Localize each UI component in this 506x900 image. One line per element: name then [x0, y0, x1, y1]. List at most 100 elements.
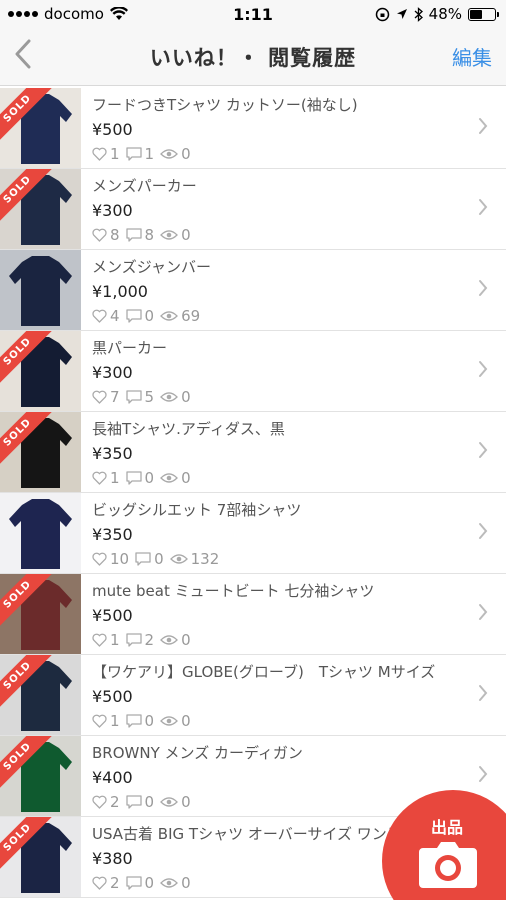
- carrier-label: docomo: [44, 5, 104, 23]
- views-count: 0: [181, 631, 191, 649]
- likes-stat: 1: [92, 469, 120, 487]
- heart-icon: [92, 147, 107, 161]
- eye-icon: [160, 473, 179, 483]
- comment-icon: [125, 795, 142, 809]
- comments-stat: 0: [125, 793, 155, 811]
- sold-ribbon: SOLD: [0, 736, 56, 792]
- sold-ribbon: SOLD: [0, 655, 56, 711]
- list-item[interactable]: SOLD 長袖Tシャツ.アディダス、黒 ¥350 1 0 0: [0, 412, 506, 493]
- sold-ribbon: SOLD: [0, 88, 56, 144]
- likes-stat: 1: [92, 145, 120, 163]
- likes-stat: 2: [92, 793, 120, 811]
- comment-icon: [135, 552, 151, 566]
- item-info: ビッグシルエット 7部袖シャツ ¥350 10 0 132: [81, 493, 506, 573]
- list-item[interactable]: ビッグシルエット 7部袖シャツ ¥350 10 0 132: [0, 493, 506, 574]
- views-count: 0: [181, 874, 191, 892]
- heart-icon: [92, 390, 107, 404]
- camera-icon: [419, 842, 477, 888]
- likes-stat: 1: [92, 631, 120, 649]
- item-info: メンズジャンバー ¥1,000 4 0 69: [81, 250, 506, 330]
- comments-count: 0: [144, 307, 155, 325]
- likes-count: 8: [110, 226, 120, 244]
- likes-count: 1: [110, 712, 120, 730]
- status-bar: docomo 1:11 48%: [0, 0, 506, 28]
- edit-button[interactable]: 編集: [452, 42, 492, 71]
- item-stats: 1 0 0: [92, 712, 506, 730]
- comment-icon: [125, 471, 142, 485]
- item-price: ¥500: [92, 687, 133, 706]
- sold-badge: SOLD: [0, 88, 53, 144]
- comment-icon: [125, 228, 142, 242]
- item-thumbnail: SOLD: [0, 169, 81, 249]
- list-item[interactable]: SOLD 黒パーカー ¥300 7 5 0: [0, 331, 506, 412]
- item-info: 【ワケアリ】GLOBE(グローブ) Tシャツ Mサイズ ¥500 1 0 0: [81, 655, 506, 735]
- item-thumbnail: SOLD: [0, 817, 81, 897]
- views-count: 0: [181, 712, 191, 730]
- list-item[interactable]: SOLD mute beat ミュートビート 七分袖シャツ ¥500 1 2 0: [0, 574, 506, 655]
- likes-count: 2: [110, 793, 120, 811]
- status-right: 48%: [375, 5, 499, 23]
- clock: 1:11: [233, 4, 273, 24]
- likes-count: 1: [110, 145, 120, 163]
- views-stat: 132: [169, 550, 220, 568]
- comments-stat: 8: [125, 226, 155, 244]
- sold-badge: SOLD: [0, 817, 53, 873]
- likes-stat: 2: [92, 874, 120, 892]
- likes-count: 4: [110, 307, 120, 325]
- garment-image: [9, 256, 72, 326]
- item-thumbnail: SOLD: [0, 574, 81, 654]
- comments-stat: 0: [125, 469, 155, 487]
- item-list: SOLD フードつきTシャツ カットソー(袖なし) ¥500 1 1 0 SOL…: [0, 88, 506, 898]
- list-item[interactable]: SOLD 【ワケアリ】GLOBE(グローブ) Tシャツ Mサイズ ¥500 1 …: [0, 655, 506, 736]
- heart-icon: [92, 471, 107, 485]
- nav-bar: いいね！・ 閲覧履歴 編集: [0, 28, 506, 86]
- back-button[interactable]: [14, 39, 54, 75]
- eye-icon: [160, 635, 179, 645]
- views-count: 0: [181, 388, 191, 406]
- item-info: フードつきTシャツ カットソー(袖なし) ¥500 1 1 0: [81, 88, 506, 168]
- comments-count: 0: [144, 793, 155, 811]
- views-count: 0: [181, 469, 191, 487]
- orientation-lock-icon: [375, 7, 389, 21]
- sold-badge: SOLD: [0, 655, 53, 711]
- views-stat: 0: [160, 226, 191, 244]
- chevron-right-icon: [478, 764, 488, 789]
- page-title: いいね！・ 閲覧履歴: [149, 45, 357, 70]
- sold-badge: SOLD: [0, 331, 53, 387]
- likes-stat: 10: [92, 550, 129, 568]
- item-stats: 7 5 0: [92, 388, 506, 406]
- item-title: mute beat ミュートビート 七分袖シャツ: [92, 582, 375, 600]
- likes-stat: 1: [92, 712, 120, 730]
- sold-ribbon: SOLD: [0, 574, 56, 630]
- list-item[interactable]: SOLD フードつきTシャツ カットソー(袖なし) ¥500 1 1 0: [0, 88, 506, 169]
- views-stat: 0: [160, 874, 191, 892]
- heart-icon: [92, 714, 107, 728]
- sold-ribbon: SOLD: [0, 412, 56, 468]
- views-count: 132: [190, 550, 220, 568]
- heart-icon: [92, 633, 107, 647]
- item-stats: 1 2 0: [92, 631, 506, 649]
- item-title: 黒パーカー: [92, 339, 168, 357]
- chevron-right-icon: [478, 116, 488, 141]
- eye-icon: [169, 554, 188, 564]
- comments-stat: 0: [125, 874, 154, 892]
- eye-icon: [160, 230, 179, 240]
- list-item[interactable]: SOLD メンズパーカー ¥300 8 8 0: [0, 169, 506, 250]
- item-price: ¥500: [92, 120, 133, 139]
- comments-count: 0: [144, 469, 155, 487]
- list-item[interactable]: メンズジャンバー ¥1,000 4 0 69: [0, 250, 506, 331]
- item-thumbnail: SOLD: [0, 736, 81, 816]
- comment-icon: [125, 633, 142, 647]
- sold-badge: SOLD: [0, 736, 53, 792]
- item-price: ¥350: [92, 444, 133, 463]
- chevron-right-icon: [478, 197, 488, 222]
- chevron-right-icon: [478, 278, 488, 303]
- sold-badge: SOLD: [0, 169, 53, 225]
- garment-image: [9, 499, 72, 569]
- chevron-right-icon: [478, 440, 488, 465]
- comments-count: 8: [144, 226, 155, 244]
- item-thumbnail: SOLD: [0, 412, 81, 492]
- likes-stat: 4: [92, 307, 120, 325]
- wifi-icon: [109, 7, 128, 20]
- likes-stat: 8: [92, 226, 120, 244]
